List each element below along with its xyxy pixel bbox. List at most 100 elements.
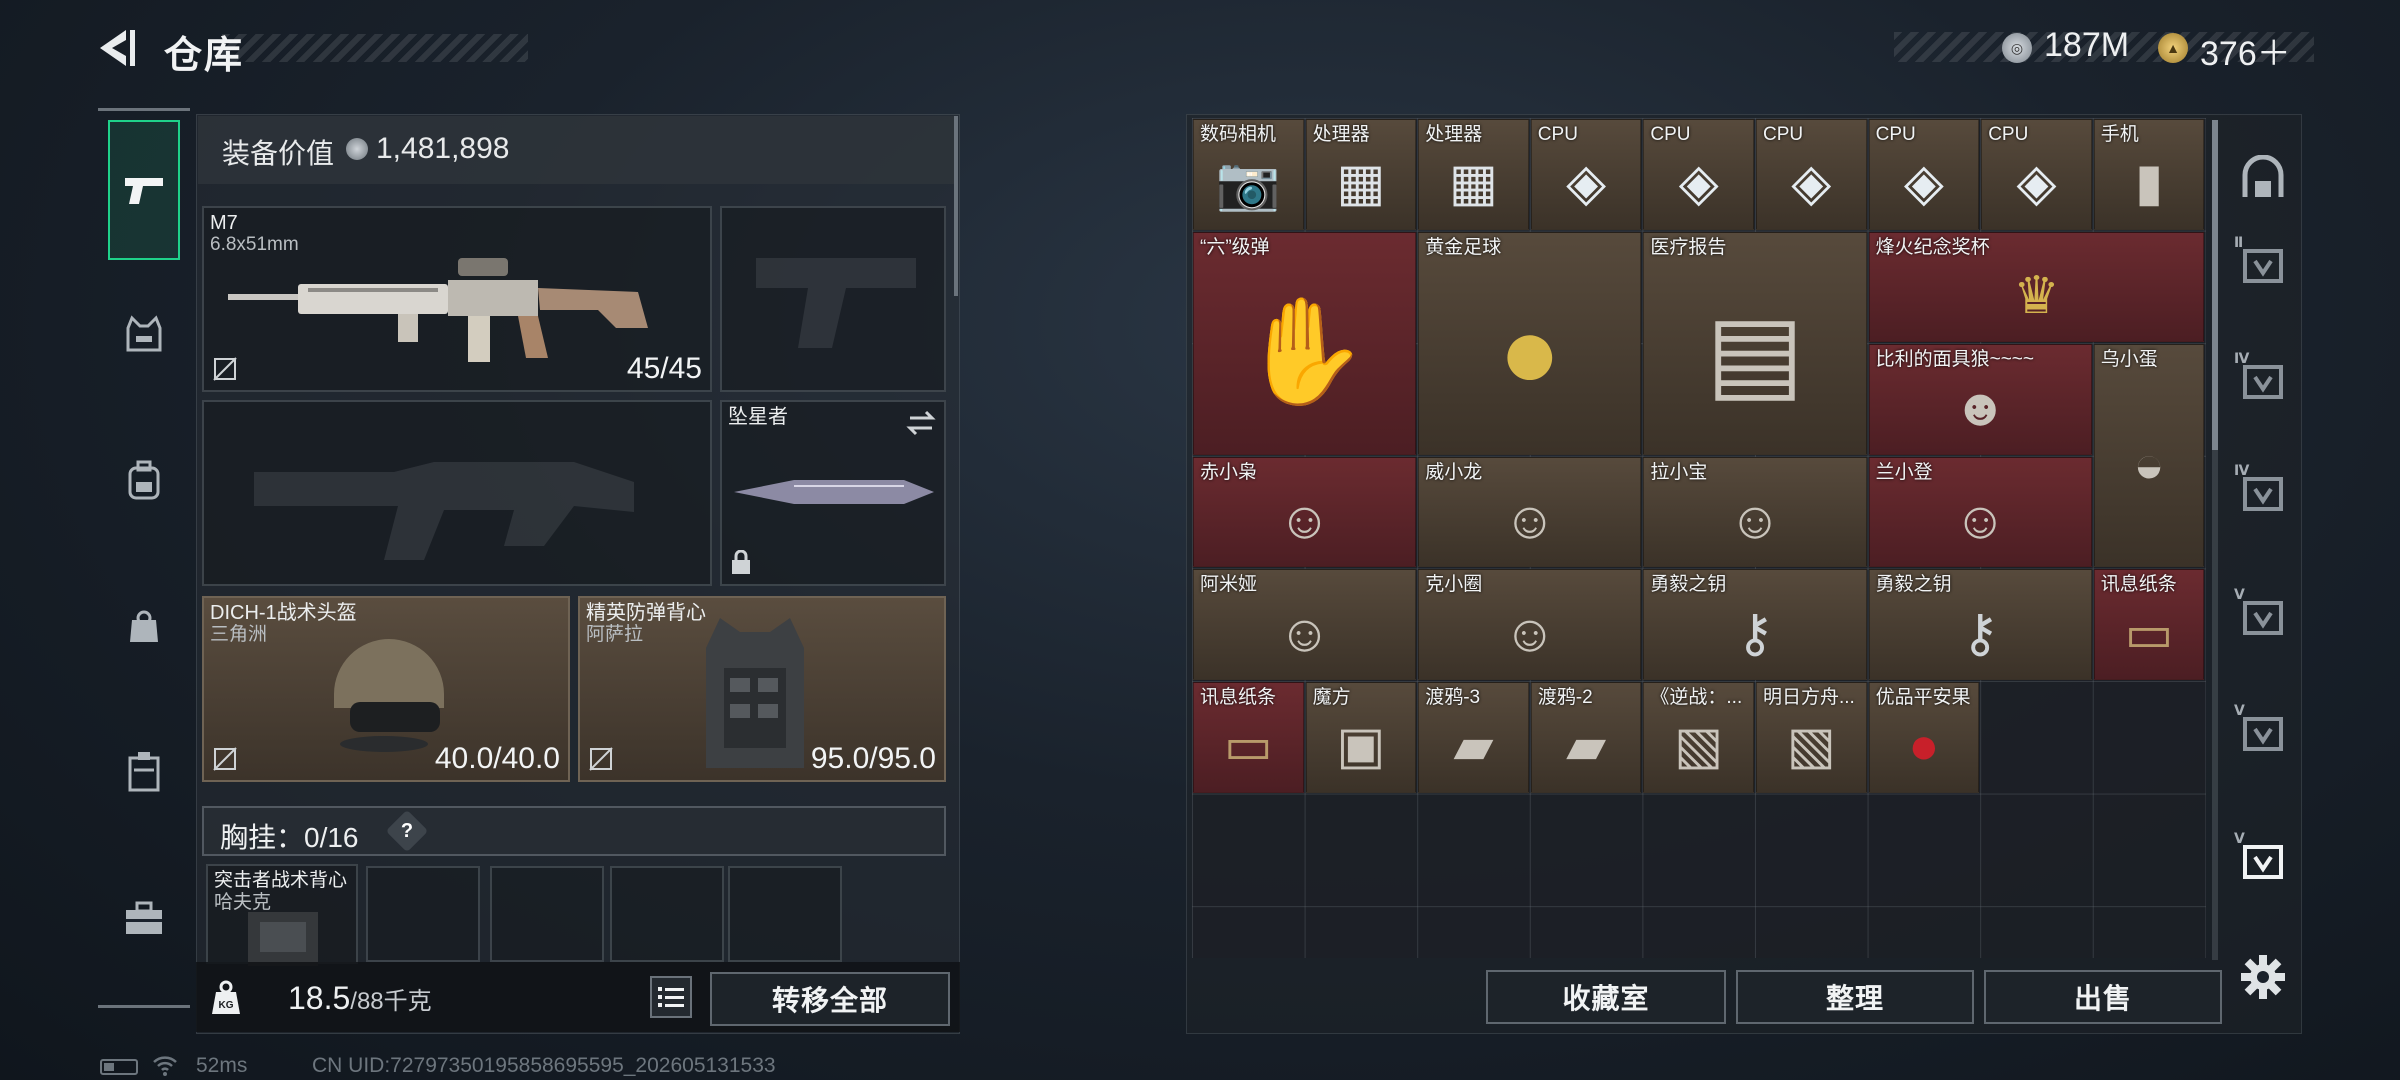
storage-tab-7[interactable]: Ⅴ	[2234, 830, 2290, 888]
item-label: 克小圈	[1425, 574, 1483, 596]
weapon-name: M7	[210, 212, 238, 234]
weight-max: /88千克	[350, 988, 432, 1015]
item-label: 渡鸦-2	[1537, 687, 1593, 708]
vest-icon	[706, 618, 804, 768]
weight-icon: KG	[212, 980, 240, 1014]
storage-item[interactable]: ☺ 阿米娅	[1193, 569, 1417, 680]
storage-item[interactable]: ▧ 《逆战：...	[1643, 682, 1754, 793]
armor-map: 阿萨拉	[586, 624, 644, 645]
storage-item[interactable]: ◈ CPU	[1756, 119, 1867, 230]
helmet-slot[interactable]: DICH-1战术头盔 三角洲 40.0/40.0	[202, 596, 570, 782]
storage-item[interactable]: ☺ 威小龙	[1418, 456, 1642, 568]
nav-toolbox[interactable]	[108, 882, 180, 954]
nav-bag[interactable]	[108, 590, 180, 662]
storage-item[interactable]: ▭ 讯息纸条	[2093, 569, 2205, 680]
tactical-vest-icon	[248, 912, 318, 966]
storage-item[interactable]: ▧ 明日方舟...	[1756, 682, 1867, 793]
medical-report-icon: ▤	[1705, 295, 1805, 412]
bag-icon	[130, 610, 158, 642]
storage-item[interactable]: ♛ 烽火纪念奖杯	[1868, 231, 2205, 343]
storage-item[interactable]: ◒ 乌小蛋	[2093, 344, 2205, 568]
storage-tab-3[interactable]: Ⅳ	[2234, 350, 2290, 408]
item-label: 讯息纸条	[1200, 687, 1277, 708]
silver-coin-icon: ◎	[2002, 33, 2032, 63]
secondary-weapon-slot-empty[interactable]	[202, 400, 712, 586]
back-arrow-icon[interactable]	[96, 26, 140, 70]
page-title: 仓库	[164, 35, 245, 77]
storage-item[interactable]: ▦ 处理器	[1305, 119, 1417, 230]
storage-item[interactable]: ☺ 拉小宝	[1643, 456, 1867, 568]
storage-item[interactable]: ⚷ 勇毅之钥	[1868, 569, 2092, 680]
storage-item[interactable]: ▮ 手机	[2093, 119, 2205, 230]
sell-button[interactable]: 出售	[1984, 970, 2222, 1024]
storage-item[interactable]: ☺ 赤小枭	[1193, 456, 1417, 568]
chest-rig-slot[interactable]	[490, 866, 604, 962]
item-label: CPU	[1763, 124, 1804, 145]
melee-name: 坠星者	[728, 406, 788, 428]
storage-item[interactable]: ◈ CPU	[1643, 119, 1754, 230]
item-label: 渡鸦-3	[1425, 687, 1481, 708]
storage-item[interactable]: ◈ CPU	[1868, 119, 1980, 230]
storage-item[interactable]: ✋ “六”级弹	[1193, 231, 1417, 455]
collection-room-button[interactable]: 收藏室	[1486, 970, 1726, 1024]
list-icon	[658, 987, 684, 1007]
storage-item[interactable]: 📷 数码相机	[1193, 119, 1304, 230]
nav-backpack[interactable]	[108, 444, 180, 516]
item-label: 勇毅之钥	[1875, 574, 1952, 596]
backpack-slot[interactable]: 突击者战术背心 哈夫克	[206, 864, 358, 966]
storage-box-icon	[2243, 601, 2283, 635]
transfer-all-button[interactable]: 转移全部	[710, 972, 950, 1026]
chest-rig-slot[interactable]	[610, 866, 724, 962]
storage-item[interactable]: ● 优品平安果	[1868, 682, 1980, 793]
item-label: 明日方舟...	[1763, 687, 1855, 708]
battery-icon	[100, 1059, 138, 1075]
storage-scrollbar[interactable]	[2212, 120, 2218, 960]
storage-tab-2[interactable]: Ⅱ	[2234, 234, 2290, 292]
vault-icon	[2242, 155, 2284, 197]
swap-icon[interactable]	[906, 410, 936, 436]
nav-armor[interactable]	[108, 298, 180, 370]
chest-rig-slot[interactable]	[728, 866, 842, 962]
gear-icon[interactable]	[2238, 952, 2288, 1002]
nav-weapons[interactable]	[108, 120, 180, 260]
storage-item[interactable]: ☻ 比利的面具狼~~~~	[1868, 344, 2092, 455]
storage-item[interactable]: ▣ 魔方	[1305, 682, 1417, 793]
loadout-scrollbar[interactable]	[954, 116, 958, 296]
help-icon[interactable]: ?	[385, 809, 429, 853]
item-label: “六”级弹	[1200, 236, 1270, 258]
storage-box-icon	[2243, 717, 2283, 751]
melee-slot[interactable]: 坠星者	[720, 400, 946, 586]
storage-item[interactable]: ▰ 渡鸦-2	[1530, 682, 1642, 793]
storage-item[interactable]: ◈ CPU	[1530, 119, 1642, 230]
armor-slot[interactable]: 精英防弹背心 阿萨拉 95.0/95.0	[578, 596, 946, 782]
storage-item[interactable]: ◈ CPU	[1981, 119, 2092, 230]
storage-tab-4[interactable]: Ⅳ	[2234, 462, 2290, 520]
storage-item[interactable]: ⚷ 勇毅之钥	[1643, 569, 1867, 680]
currency-gold-value[interactable]: 376＋	[2200, 26, 2291, 75]
helmet-durability: 40.0/40.0	[434, 742, 560, 775]
storage-item[interactable]: ▤ 医疗报告	[1643, 231, 1867, 455]
organize-button[interactable]: 整理	[1736, 970, 1974, 1024]
storage-item[interactable]: ▦ 处理器	[1418, 119, 1529, 230]
chest-rig-slot[interactable]	[366, 866, 480, 962]
vest-icon	[126, 315, 162, 352]
storage-tab-6[interactable]: Ⅴ	[2234, 702, 2290, 760]
storage-item[interactable]: ☺ 克小圈	[1418, 569, 1642, 680]
storage-item[interactable]: ▰ 渡鸦-3	[1418, 682, 1529, 793]
equipment-value: 1,481,898	[376, 132, 510, 165]
primary-weapon-slot[interactable]: M7 6.8x51mm 45/45	[202, 206, 712, 392]
storage-item[interactable]: ● 黄金足球	[1418, 231, 1642, 455]
tab-tier-label: Ⅴ	[2234, 702, 2245, 718]
weapon-ammo: 45/45	[626, 352, 702, 385]
storage-item[interactable]: ☺ 兰小登	[1868, 456, 2092, 568]
storage-tab-vault[interactable]	[2236, 152, 2290, 206]
sidearm-slot-empty[interactable]	[720, 206, 946, 392]
safe-case-icon	[128, 752, 160, 792]
nav-divider	[98, 1005, 190, 1008]
list-view-button[interactable]	[650, 976, 692, 1018]
toolbox-icon	[126, 901, 162, 934]
storage-tab-5[interactable]: Ⅴ	[2234, 586, 2290, 644]
storage-item[interactable]: ▭ 讯息纸条	[1193, 682, 1304, 793]
storage-box-icon	[2243, 845, 2283, 879]
nav-case[interactable]	[108, 736, 180, 808]
